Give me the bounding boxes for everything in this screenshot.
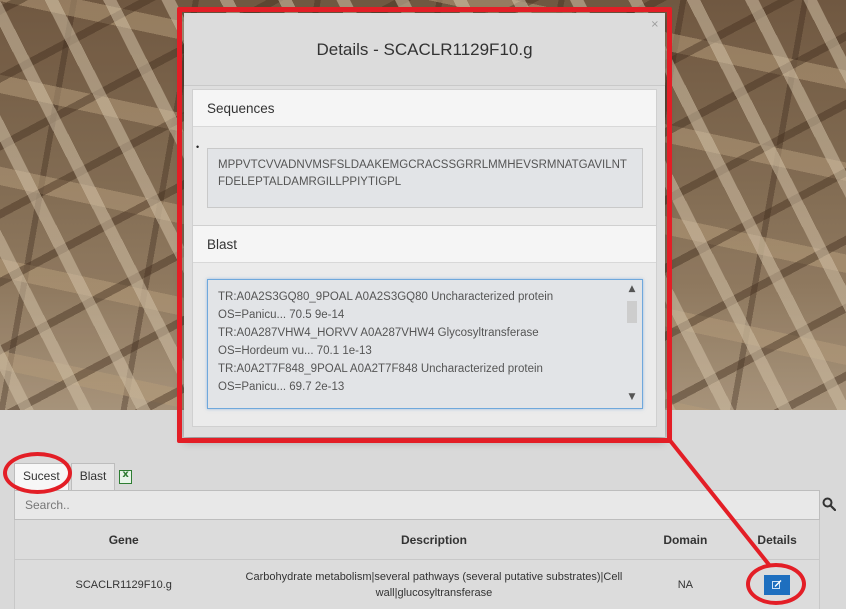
blast-line: TR:A0A2T7F848_9POAL A0A2T7F848 Uncharact… [218, 363, 543, 375]
chevron-up-icon[interactable]: ▲ [627, 284, 637, 294]
cell-gene: SCACLR1129F10.g [75, 578, 172, 591]
modal-header: Details - SCACLR1129F10.g × [184, 13, 665, 86]
close-icon[interactable]: × [651, 19, 659, 30]
scroll-thumb[interactable] [627, 301, 637, 323]
annotation-button-circle [746, 563, 806, 605]
blast-line: TR:A0A287VHW4_HORVV A0A287VHW4 Glycosylt… [218, 327, 539, 339]
column-header-domain[interactable]: Domain [635, 533, 735, 547]
blast-heading: Blast [193, 226, 656, 263]
sequences-body: • MPPVTCVVADNVMSFSLDAAKEMGCRACSSGRRLMMHE… [193, 127, 656, 226]
chevron-down-icon[interactable]: ▼ [627, 392, 637, 402]
blast-line: OS=Panicu... 69.7 2e-13 [218, 381, 345, 393]
modal-title: Details - SCACLR1129F10.g [316, 40, 533, 59]
blast-scrollbar[interactable]: ▲ ▼ [624, 282, 640, 402]
sequences-panel: Sequences • MPPVTCVVADNVMSFSLDAAKEMGCRAC… [192, 89, 657, 227]
column-header-description[interactable]: Description [232, 533, 635, 547]
cell-domain: NA [677, 578, 693, 591]
blast-textarea[interactable]: TR:A0A2S3GQ80_9POAL A0A2S3GQ80 Uncharact… [207, 279, 643, 409]
blast-line: OS=Hordeum vu... 70.1 1e-13 [218, 345, 372, 357]
table-header: Gene Description Domain Details [14, 520, 820, 560]
blast-line: TR:A0A2S3GQ80_9POAL A0A2S3GQ80 Uncharact… [218, 291, 554, 303]
search-icon[interactable] [822, 497, 836, 511]
blast-panel: Blast TR:A0A2S3GQ80_9POAL A0A2S3GQ80 Unc… [192, 225, 657, 427]
sequence-textarea[interactable]: MPPVTCVVADNVMSFSLDAAKEMGCRACSSGRRLMMHEVS… [207, 148, 643, 208]
tab-blast[interactable]: Blast [70, 463, 116, 490]
sequences-heading: Sequences [193, 90, 656, 127]
annotation-tab-circle [3, 452, 72, 494]
search-bar [14, 490, 836, 520]
table-row: SCACLR1129F10.g Carbohydrate metabolism|… [14, 560, 820, 609]
blast-body: TR:A0A2S3GQ80_9POAL A0A2S3GQ80 Uncharact… [193, 263, 656, 426]
cell-description: Carbohydrate metabolism|several pathways… [245, 570, 623, 599]
blast-line: OS=Panicu... 70.5 9e-14 [218, 309, 345, 321]
list-bullet: • [196, 142, 200, 152]
column-header-details[interactable]: Details [735, 533, 819, 547]
excel-icon[interactable] [119, 469, 133, 484]
details-modal: Details - SCACLR1129F10.g × Sequences • … [184, 13, 665, 437]
column-header-gene[interactable]: Gene [15, 533, 232, 547]
search-input[interactable] [14, 490, 820, 520]
